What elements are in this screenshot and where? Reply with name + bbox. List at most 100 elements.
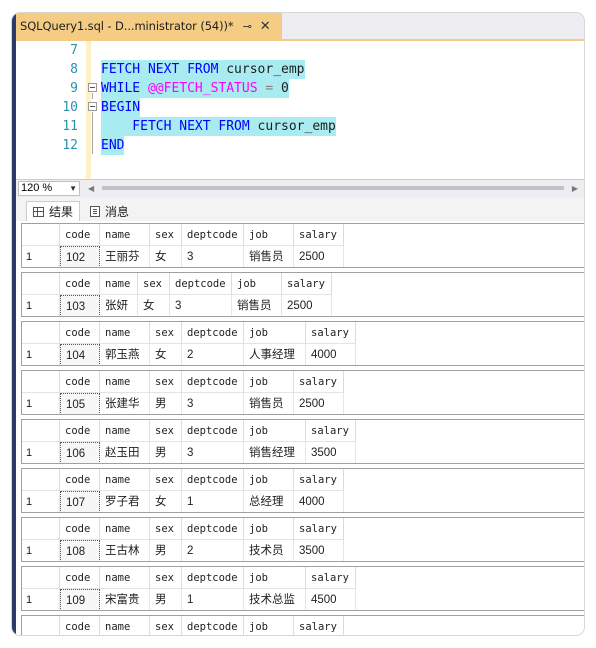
cell-job[interactable]: 人事经理 — [244, 344, 306, 365]
header-corner[interactable] — [22, 567, 60, 589]
cell-name[interactable]: 赵玉田 — [100, 442, 150, 463]
cell-name[interactable]: 张建华 — [100, 393, 150, 414]
scroll-right-icon[interactable]: ▶ — [572, 184, 578, 193]
pin-icon[interactable]: ⊸ — [243, 20, 252, 33]
cell-salary[interactable]: 4000 — [294, 491, 344, 512]
column-header-sex[interactable]: sex — [150, 420, 182, 442]
row-number[interactable]: 1 — [22, 491, 60, 512]
column-header-job[interactable]: job — [244, 469, 294, 491]
code-line[interactable]: 12 END — [16, 136, 584, 155]
cell-sex[interactable]: 男 — [150, 589, 182, 610]
column-header-sex[interactable]: sex — [150, 469, 182, 491]
column-header-name[interactable]: name — [100, 224, 150, 246]
result-grid[interactable]: code name sex deptcode job salary 1 107 罗子君女 1 总经理… — [21, 468, 584, 513]
cell-job[interactable]: 销售经理 — [244, 442, 306, 463]
cell-name[interactable]: 张妍 — [100, 295, 138, 316]
cell-deptcode[interactable]: 3 — [170, 295, 232, 316]
horizontal-scrollbar[interactable]: ◀ ▶ — [88, 183, 578, 193]
collapse-icon[interactable] — [88, 83, 97, 92]
cell-salary[interactable]: 4500 — [306, 589, 356, 610]
row-number[interactable]: 1 — [22, 442, 60, 463]
header-corner[interactable] — [22, 273, 60, 295]
column-header-job[interactable]: job — [232, 273, 282, 295]
column-header-deptcode[interactable]: deptcode — [182, 469, 244, 491]
column-header-code[interactable]: code — [60, 469, 100, 491]
document-tab[interactable]: SQLQuery1.sql - D...ministrator (54))* ⊸… — [16, 13, 282, 39]
column-header-salary[interactable]: salary — [306, 322, 356, 344]
cell-sex[interactable]: 男 — [150, 393, 182, 414]
column-header-name[interactable]: name — [100, 322, 150, 344]
cell-name[interactable]: 王古林 — [100, 540, 150, 561]
header-corner[interactable] — [22, 322, 60, 344]
cell-code[interactable]: 106 — [60, 442, 100, 463]
cell-salary[interactable]: 2500 — [294, 393, 344, 414]
cell-salary[interactable]: 3500 — [306, 442, 356, 463]
header-corner[interactable] — [22, 469, 60, 491]
tab-results[interactable]: 结果 — [26, 201, 81, 221]
cell-salary[interactable]: 2500 — [294, 246, 344, 267]
result-grid[interactable]: code name sex deptcode job salary 1 106 赵玉田男 3 销售经… — [21, 419, 584, 464]
row-number[interactable]: 1 — [22, 540, 60, 561]
row-number[interactable]: 1 — [22, 589, 60, 610]
column-header-code[interactable]: code — [60, 224, 100, 246]
cell-code[interactable]: 107 — [60, 491, 100, 512]
scroll-left-icon[interactable]: ◀ — [88, 184, 94, 193]
column-header-deptcode[interactable]: deptcode — [182, 518, 244, 540]
column-header-salary[interactable]: salary — [294, 371, 344, 393]
column-header-salary[interactable]: salary — [294, 224, 344, 246]
column-header-deptcode[interactable]: deptcode — [182, 616, 244, 635]
column-header-name[interactable]: name — [100, 518, 150, 540]
collapse-icon[interactable] — [88, 102, 97, 111]
column-header-code[interactable]: code — [60, 371, 100, 393]
cell-job[interactable]: 总经理 — [244, 491, 294, 512]
code-line[interactable]: 9 WHILE @@FETCH_STATUS = 0 — [16, 79, 584, 98]
code-line[interactable]: 11 FETCH NEXT FROM cursor_emp — [16, 117, 584, 136]
row-number[interactable]: 1 — [22, 393, 60, 414]
column-header-salary[interactable]: salary — [294, 616, 344, 635]
column-header-salary[interactable]: salary — [306, 420, 356, 442]
cell-code[interactable]: 109 — [60, 589, 100, 610]
column-header-sex[interactable]: sex — [150, 518, 182, 540]
cell-deptcode[interactable]: 1 — [182, 491, 244, 512]
column-header-job[interactable]: job — [244, 322, 306, 344]
code-line[interactable]: 10 BEGIN — [16, 98, 584, 117]
cell-deptcode[interactable]: 3 — [182, 393, 244, 414]
cell-job[interactable]: 销售员 — [232, 295, 282, 316]
result-grid[interactable]: code name sex deptcode job salary 1 103 张妍女 3 销售员 2… — [21, 272, 584, 317]
column-header-code[interactable]: code — [60, 273, 100, 295]
cell-sex[interactable]: 男 — [150, 442, 182, 463]
header-corner[interactable] — [22, 371, 60, 393]
cell-salary[interactable]: 2500 — [282, 295, 332, 316]
result-grid[interactable]: codenamesexdeptcodejobsalary1110张铁可女3销售员… — [21, 615, 584, 635]
column-header-deptcode[interactable]: deptcode — [182, 322, 244, 344]
sql-editor[interactable]: 7 8 FETCH NEXT FROM cursor_emp 9 WHILE @@FET… — [16, 41, 584, 179]
column-header-job[interactable]: job — [244, 371, 294, 393]
cell-name[interactable]: 郭玉燕 — [100, 344, 150, 365]
cell-name[interactable]: 宋富贵 — [100, 589, 150, 610]
column-header-name[interactable]: name — [100, 420, 150, 442]
cell-sex[interactable]: 男 — [150, 540, 182, 561]
cell-sex[interactable]: 女 — [150, 344, 182, 365]
column-header-salary[interactable]: salary — [282, 273, 332, 295]
results-pane[interactable]: code name sex deptcode job salary 1 102 王丽芬女 3 销售员… — [16, 221, 584, 635]
cell-code[interactable]: 102 — [60, 246, 100, 267]
result-grid[interactable]: code name sex deptcode job salary 1 104 郭玉燕女 2 人事经… — [21, 321, 584, 366]
column-header-sex[interactable]: sex — [150, 616, 182, 635]
zoom-dropdown[interactable]: 120 % ▼ — [18, 181, 80, 196]
column-header-code[interactable]: code — [60, 322, 100, 344]
cell-deptcode[interactable]: 2 — [182, 344, 244, 365]
column-header-salary[interactable]: salary — [294, 518, 344, 540]
cell-job[interactable]: 销售员 — [244, 393, 294, 414]
column-header-sex[interactable]: sex — [150, 322, 182, 344]
cell-sex[interactable]: 女 — [138, 295, 170, 316]
cell-deptcode[interactable]: 3 — [182, 442, 244, 463]
column-header-deptcode[interactable]: deptcode — [182, 567, 244, 589]
column-header-sex[interactable]: sex — [138, 273, 170, 295]
cell-deptcode[interactable]: 1 — [182, 589, 244, 610]
column-header-deptcode[interactable]: deptcode — [182, 420, 244, 442]
scrollbar-thumb[interactable] — [102, 186, 564, 190]
column-header-job[interactable]: job — [244, 567, 306, 589]
column-header-name[interactable]: name — [100, 616, 150, 635]
row-number[interactable]: 1 — [22, 344, 60, 365]
code-line[interactable]: 8 FETCH NEXT FROM cursor_emp — [16, 60, 584, 79]
